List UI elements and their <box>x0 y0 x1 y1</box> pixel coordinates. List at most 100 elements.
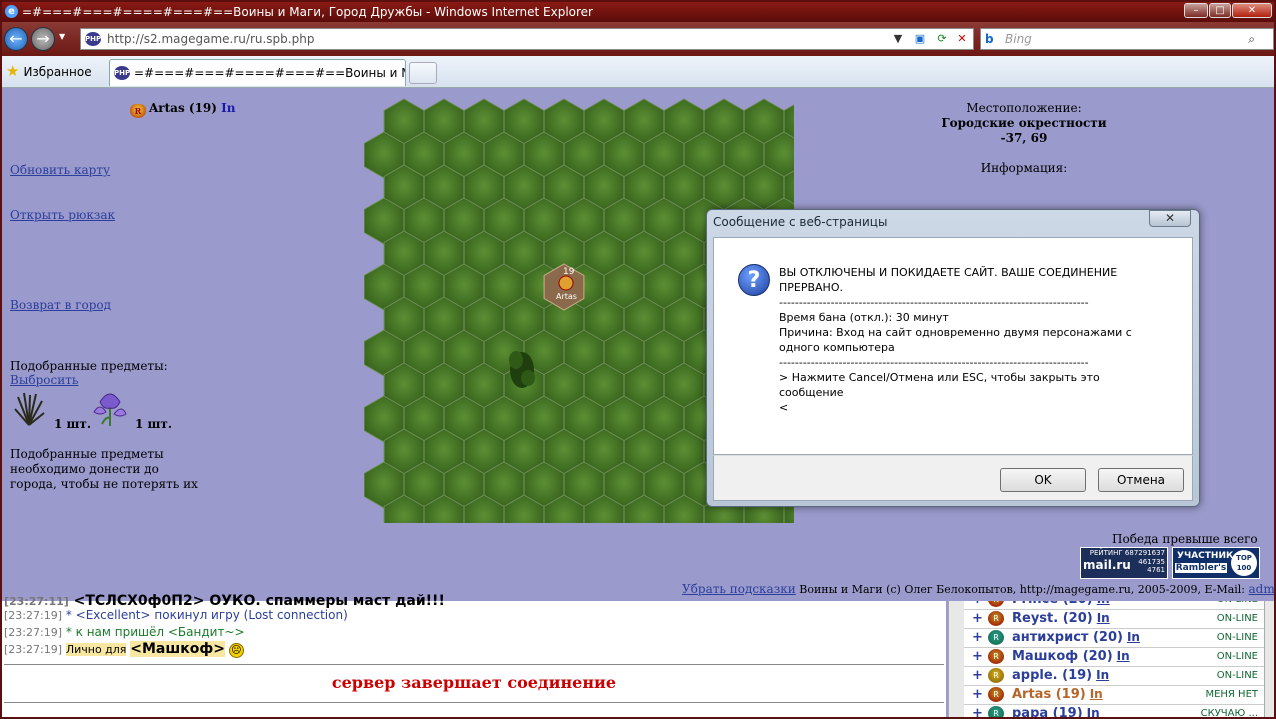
add-user-icon[interactable]: + <box>972 601 983 607</box>
add-user-icon[interactable]: + <box>972 630 983 645</box>
user-name[interactable]: papa (19) In <box>1012 706 1100 717</box>
mailru-counter-line1: РЕЙТИНГ 687291637 <box>1089 549 1165 557</box>
user-clan-icon: R <box>988 668 1004 683</box>
user-name[interactable]: Prince (20) In <box>1012 601 1110 607</box>
history-dropdown-icon[interactable]: ▼ <box>59 32 65 41</box>
mailru-counter-line4: 4761 <box>1147 566 1165 574</box>
chat-text: * к нам пришёл <Бандит~> <box>65 625 245 639</box>
add-user-icon[interactable]: + <box>972 687 983 702</box>
add-user-icon[interactable]: + <box>972 706 983 717</box>
address-input[interactable]: PHP http://s2.magegame.ru/ru.spb.php ▼ ▣… <box>80 28 974 50</box>
ie-logo-icon: e <box>5 5 18 18</box>
info-label: Информация: <box>980 161 1068 175</box>
dialog-body: ? ВЫ ОТКЛЮЧЕНЫ И ПОКИДАЕТЕ САЙТ. ВАШЕ СО… <box>713 237 1193 455</box>
mailru-logo: mail.ru <box>1083 558 1131 572</box>
mailru-counter[interactable]: РЕЙТИНГ 687291637 mail.ru 461735 4761 <box>1080 547 1168 579</box>
user-info-link[interactable]: In <box>1117 649 1130 663</box>
tab-favicon-php-icon: PHP <box>114 66 130 80</box>
user-name-text: Машкоф (20) <box>1012 649 1113 664</box>
forward-button[interactable]: → <box>31 27 55 51</box>
user-name-text: Prince (20) <box>1012 601 1093 607</box>
user-row: + Rантихрист (20) In ON-LINE <box>964 629 1264 648</box>
chat-divider <box>4 664 944 665</box>
sad-smiley-icon: ☹ <box>228 643 244 658</box>
grass-herb-icon[interactable] <box>12 391 46 427</box>
users-scrollbar[interactable] <box>1264 601 1274 717</box>
user-status: СКУЧАЮ ... <box>1200 708 1258 717</box>
maximize-button[interactable]: □ <box>1209 3 1231 18</box>
refresh-map-link[interactable]: Обновить карту <box>10 163 110 177</box>
search-box[interactable]: b Bing ⌕ <box>980 28 1274 50</box>
minimize-button[interactable]: – <box>1184 3 1208 18</box>
user-name-text: Artas (19) <box>1012 687 1086 702</box>
chat-time: [23:27:19] <box>4 643 62 656</box>
user-info-link[interactable]: In <box>1097 611 1110 625</box>
user-status: ON-LINE <box>1217 601 1258 605</box>
search-icon[interactable]: ⌕ <box>1248 29 1255 49</box>
rambler-top100-badge: TOP 100 <box>1231 550 1257 576</box>
compat-view-icon[interactable]: ▣ <box>911 31 929 47</box>
cancel-button[interactable]: Отмена <box>1098 468 1184 492</box>
chat-line-2: [23:27:19] * к нам пришёл <Бандит~> <box>4 625 245 639</box>
user-row: + R Машкоф (20) In ON-LINE <box>964 648 1264 667</box>
title-bar: e =#===#===#====#===#==Воины и Маги, Гор… <box>2 2 1274 22</box>
search-placeholder[interactable]: Bing <box>1005 29 1032 49</box>
tab-active[interactable]: PHP =#===#===#====#===#==Воины и Маги, Г… <box>109 59 406 86</box>
user-info-link[interactable]: In <box>1096 668 1109 682</box>
user-info-link[interactable]: In <box>1087 706 1100 717</box>
dialog-footer: OK Отмена <box>713 455 1193 501</box>
add-user-icon[interactable]: + <box>972 649 983 664</box>
close-window-button[interactable]: ✕ <box>1232 3 1272 18</box>
user-info-link[interactable]: In <box>1090 687 1103 701</box>
footer: Убрать подсказки Воины и Маги (c) Олег Б… <box>682 582 1274 596</box>
user-name[interactable]: Reyst. (20) In <box>1012 611 1110 626</box>
tab-title: =#===#===#====#===#==Воины и Маги, Гор..… <box>134 66 405 80</box>
user-name-text: антихрист (20) <box>1012 630 1123 645</box>
copyright-text: Воины и Маги (c) Олег Белокопытов, http:… <box>795 583 1249 596</box>
window-title: =#===#===#====#===#==Воины и Маги, Город… <box>22 5 593 19</box>
user-name-text: Reyst. (20) <box>1012 611 1093 626</box>
user-info-link[interactable]: In <box>1097 601 1110 606</box>
address-dropdown-icon[interactable]: ▼ <box>889 31 907 47</box>
player-info-link[interactable]: In <box>221 101 235 115</box>
user-clan-icon: R <box>988 601 1004 607</box>
return-city-link[interactable]: Возврат в город <box>10 298 111 312</box>
dialog-close-button[interactable]: ✕ <box>1149 210 1191 227</box>
open-backpack-link[interactable]: Открыть рюкзак <box>10 208 115 222</box>
refresh-icon[interactable]: ⟳ <box>933 31 951 47</box>
location-place: Городские окрестности <box>941 116 1107 130</box>
player-map-label: Artas <box>556 292 577 301</box>
dialog-message: ВЫ ОТКЛЮЧЕНЫ И ПОКИДАЕТЕ САЙТ. ВАШЕ СОЕД… <box>779 266 1132 414</box>
ok-button[interactable]: OK <box>1000 468 1086 492</box>
add-user-icon[interactable]: + <box>972 611 983 626</box>
new-tab-button[interactable] <box>409 62 437 84</box>
bellflower-icon[interactable] <box>92 388 128 428</box>
favorites-button[interactable]: ★ Избранное <box>6 62 92 81</box>
url-text[interactable]: http://s2.magegame.ru/ru.spb.php <box>107 29 314 49</box>
user-info-link[interactable]: In <box>1127 630 1140 644</box>
clan-emblem-icon: R <box>130 104 146 118</box>
user-name[interactable]: apple. (19) In <box>1012 668 1109 683</box>
player-header: R Artas (19) In <box>130 101 235 118</box>
stop-icon[interactable]: ✕ <box>953 31 971 47</box>
add-user-icon[interactable]: + <box>972 668 983 683</box>
chat-recipient[interactable]: <Машкоф> <box>130 641 225 657</box>
chat-time: [23:27:19] <box>4 626 62 639</box>
chat-panel: [23:27:11] <ТСЛСХ0ф0П2> ОУКО. спаммеры м… <box>2 593 946 717</box>
user-name[interactable]: антихрист (20) In <box>1012 630 1140 645</box>
back-button[interactable]: ← <box>4 27 28 51</box>
chat-scrollbar[interactable] <box>948 601 964 717</box>
favorites-label: Избранное <box>23 65 92 79</box>
rambler-counter[interactable]: УЧАСТНИК Rambler's TOP 100 <box>1172 547 1260 579</box>
throw-out-link[interactable]: Выбросить <box>10 373 78 387</box>
item-qty-2: 1 шт. <box>135 417 173 431</box>
email-link[interactable]: admin@magegame.ru <box>1249 582 1274 596</box>
rambler-line1: УЧАСТНИК <box>1177 551 1234 561</box>
dialog-title: Сообщение с веб-страницы <box>713 215 888 229</box>
player-level-label: 19 <box>563 267 575 277</box>
hide-hints-link[interactable]: Убрать подсказки <box>682 582 796 596</box>
chat-line-3: [23:27:19] Лично для <Машкоф> ☹ <box>4 641 244 658</box>
user-name[interactable]: Машкоф (20) In <box>1012 649 1130 664</box>
user-row: + R Prince (20) In ON-LINE <box>964 601 1264 610</box>
user-name[interactable]: Artas (19) In <box>1012 687 1103 702</box>
